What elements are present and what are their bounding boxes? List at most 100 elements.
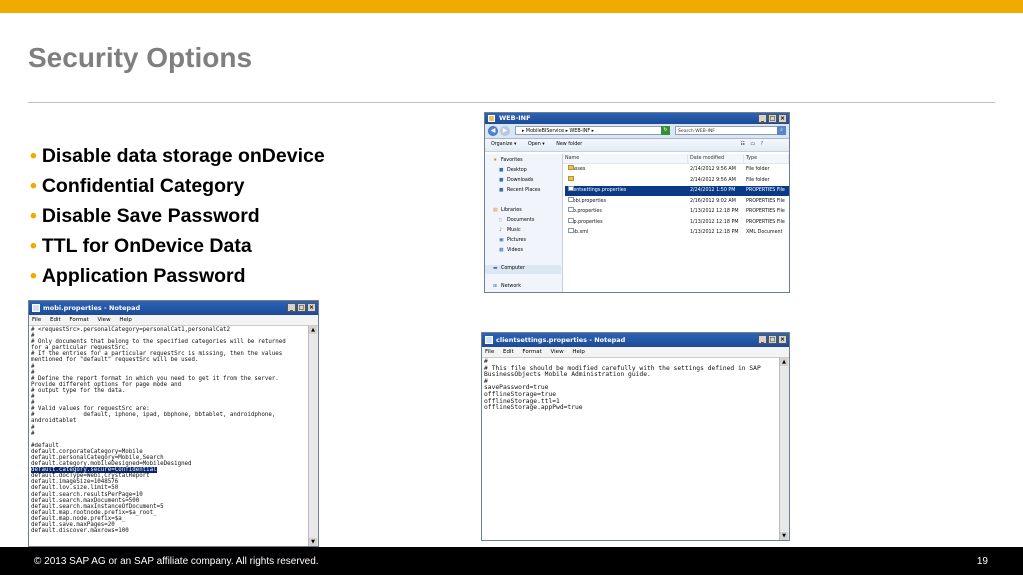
editor-text: # <requestSrc>.personalCategory=personal…: [31, 327, 286, 468]
nav-downloads[interactable]: ■ Downloads: [499, 178, 533, 183]
column-header-name[interactable]: Name: [563, 154, 688, 163]
file-row[interactable]: sup.properties 1/13/2012 12:18 PM PROPERTI…: [565, 217, 789, 228]
notepad-icon: [485, 336, 493, 344]
scroll-down-icon[interactable]: ▼: [780, 532, 788, 540]
menu-format[interactable]: Format: [522, 349, 541, 355]
nav-documents[interactable]: ▯ Documents: [499, 218, 534, 223]
menu-file[interactable]: File: [485, 349, 494, 355]
menu-edit[interactable]: Edit: [50, 317, 61, 323]
refresh-icon[interactable]: ↻: [661, 126, 670, 135]
folder-icon: [568, 175, 574, 181]
window-titlebar[interactable]: mobi.properties - Notepad _ □ ×: [29, 301, 318, 315]
help-icon[interactable]: ?: [760, 142, 763, 147]
file-list-pane: Name Date modified Type classes 2/14/2012…: [563, 154, 789, 292]
organize-button[interactable]: Organize ▾: [491, 142, 516, 147]
maximize-button[interactable]: □: [768, 114, 777, 123]
maximize-button[interactable]: □: [297, 303, 306, 312]
file-row[interactable]: classes 2/14/2012 9:56 AM File folder: [565, 165, 789, 175]
libraries-icon: ▤: [493, 208, 498, 213]
window-title: WEB-INF: [499, 114, 531, 122]
nav-pictures[interactable]: ▣ Pictures: [499, 238, 526, 243]
nav-videos[interactable]: ▦ Videos: [499, 248, 523, 253]
minimize-button[interactable]: _: [287, 303, 296, 312]
notepad-clientsettings-window: clientsettings.properties - Notepad _ □ …: [481, 332, 790, 541]
nav-recent-places[interactable]: ■ Recent Places: [499, 188, 540, 193]
file-row[interactable]: clientsettings.properties 2/24/2012 1:50 …: [565, 186, 789, 196]
file-date: 2/16/2012 9:02 AM: [690, 198, 736, 204]
window-titlebar[interactable]: clientsettings.properties - Notepad _ □ …: [482, 333, 789, 347]
editor-text: default.docType=Webi,CrystalReport defau…: [31, 473, 164, 535]
computer-icon: ▬: [493, 266, 498, 271]
search-icon[interactable]: ⌕: [777, 126, 786, 135]
close-button[interactable]: ×: [778, 114, 787, 123]
desktop-icon: ■: [499, 168, 504, 173]
file-date: 1/13/2012 12:18 PM: [690, 230, 739, 235]
file-row[interactable]: lib 2/14/2012 9:56 AM File folder: [565, 175, 789, 186]
vertical-scrollbar[interactable]: ▲ ▼: [308, 326, 318, 546]
file-name: web.xml: [568, 228, 589, 235]
downloads-icon: ■: [499, 178, 504, 183]
page-number: 19: [976, 556, 988, 567]
nav-libraries[interactable]: ▤ Libraries: [493, 208, 522, 213]
file-date: 1/13/2012 12:18 PM: [690, 209, 739, 214]
address-input[interactable]: ▸ MobileBIService ▸ WEB-INF ▸: [515, 126, 670, 135]
forward-icon[interactable]: ▶: [500, 126, 510, 136]
scroll-up-icon[interactable]: ▲: [309, 326, 317, 334]
file-name: clientsettings.properties: [568, 186, 627, 193]
file-date: 1/13/2012 12:18 PM: [690, 219, 739, 225]
text-editor[interactable]: # # This file should be modified careful…: [482, 358, 779, 540]
menu-edit[interactable]: Edit: [503, 349, 514, 355]
file-type: PROPERTIES File: [746, 209, 785, 214]
file-row[interactable]: sso.properties 1/13/2012 12:18 PM PROPERTI…: [565, 207, 789, 217]
back-icon[interactable]: ◀: [488, 126, 498, 136]
star-icon: ★: [493, 158, 498, 163]
minimize-button[interactable]: _: [758, 114, 767, 123]
view-options-icon[interactable]: ☷: [741, 142, 745, 147]
menu-help[interactable]: Help: [572, 349, 585, 355]
file-name: sso.properties: [568, 207, 602, 214]
menu-view[interactable]: View: [551, 349, 564, 355]
new-folder-button[interactable]: New folder: [556, 142, 582, 147]
preview-pane-icon[interactable]: ▭: [750, 142, 755, 147]
title-divider: [28, 102, 995, 103]
file-date: 2/24/2012 1:50 PM: [690, 188, 736, 193]
nav-desktop[interactable]: ■ Desktop: [499, 168, 527, 173]
window-title: clientsettings.properties - Notepad: [496, 336, 626, 344]
menu-help[interactable]: Help: [119, 317, 132, 323]
column-header-date[interactable]: Date modified: [688, 154, 744, 163]
minimize-button[interactable]: _: [758, 335, 767, 344]
nav-favorites[interactable]: ★ Favorites: [493, 158, 523, 163]
maximize-button[interactable]: □: [768, 335, 777, 344]
window-titlebar[interactable]: WEB-INF _ □ ×: [485, 113, 789, 124]
column-header-type[interactable]: Type: [744, 154, 789, 163]
file-icon: [568, 217, 574, 223]
nav-network[interactable]: ⊞ Network: [493, 284, 521, 289]
slide-footer: © 2013 SAP AG or an SAP affiliate compan…: [0, 547, 1023, 575]
menu-bar: File Edit Format View Help: [29, 315, 318, 326]
bullet-list: • Disable data storage onDevice • Confiden…: [30, 143, 325, 293]
menu-format[interactable]: Format: [69, 317, 88, 323]
file-row[interactable]: mobi.properties 2/16/2012 9:02 AM PROPERTI…: [565, 196, 789, 207]
file-type: XML Document: [746, 230, 783, 235]
scroll-down-icon[interactable]: ▼: [309, 538, 317, 546]
bullet-item: • Disable data storage onDevice: [30, 145, 325, 167]
bullet-item: • TTL for OnDevice Data: [30, 235, 252, 257]
open-button[interactable]: Open ▾: [528, 142, 545, 147]
menu-file[interactable]: File: [32, 317, 41, 323]
search-input[interactable]: Search WEB-INF: [675, 126, 780, 135]
scroll-up-icon[interactable]: ▲: [780, 358, 788, 366]
folder-icon: [568, 165, 574, 170]
file-name: sup.properties: [568, 217, 603, 225]
file-type: PROPERTIES File: [746, 219, 785, 225]
file-row[interactable]: web.xml 1/13/2012 12:18 PM XML Document: [565, 228, 789, 238]
menu-view[interactable]: View: [98, 317, 111, 323]
close-button[interactable]: ×: [307, 303, 316, 312]
nav-music[interactable]: ♪ Music: [499, 228, 521, 233]
file-name: classes: [568, 165, 586, 172]
notepad-mobi-window: mobi.properties - Notepad _ □ × File Edi…: [28, 300, 319, 547]
nav-computer[interactable]: ▬ Computer: [493, 266, 525, 271]
close-button[interactable]: ×: [778, 335, 787, 344]
text-editor[interactable]: # <requestSrc>.personalCategory=personal…: [29, 326, 308, 546]
vertical-scrollbar[interactable]: ▲ ▼: [779, 358, 789, 540]
top-accent-bar: [0, 0, 1023, 13]
